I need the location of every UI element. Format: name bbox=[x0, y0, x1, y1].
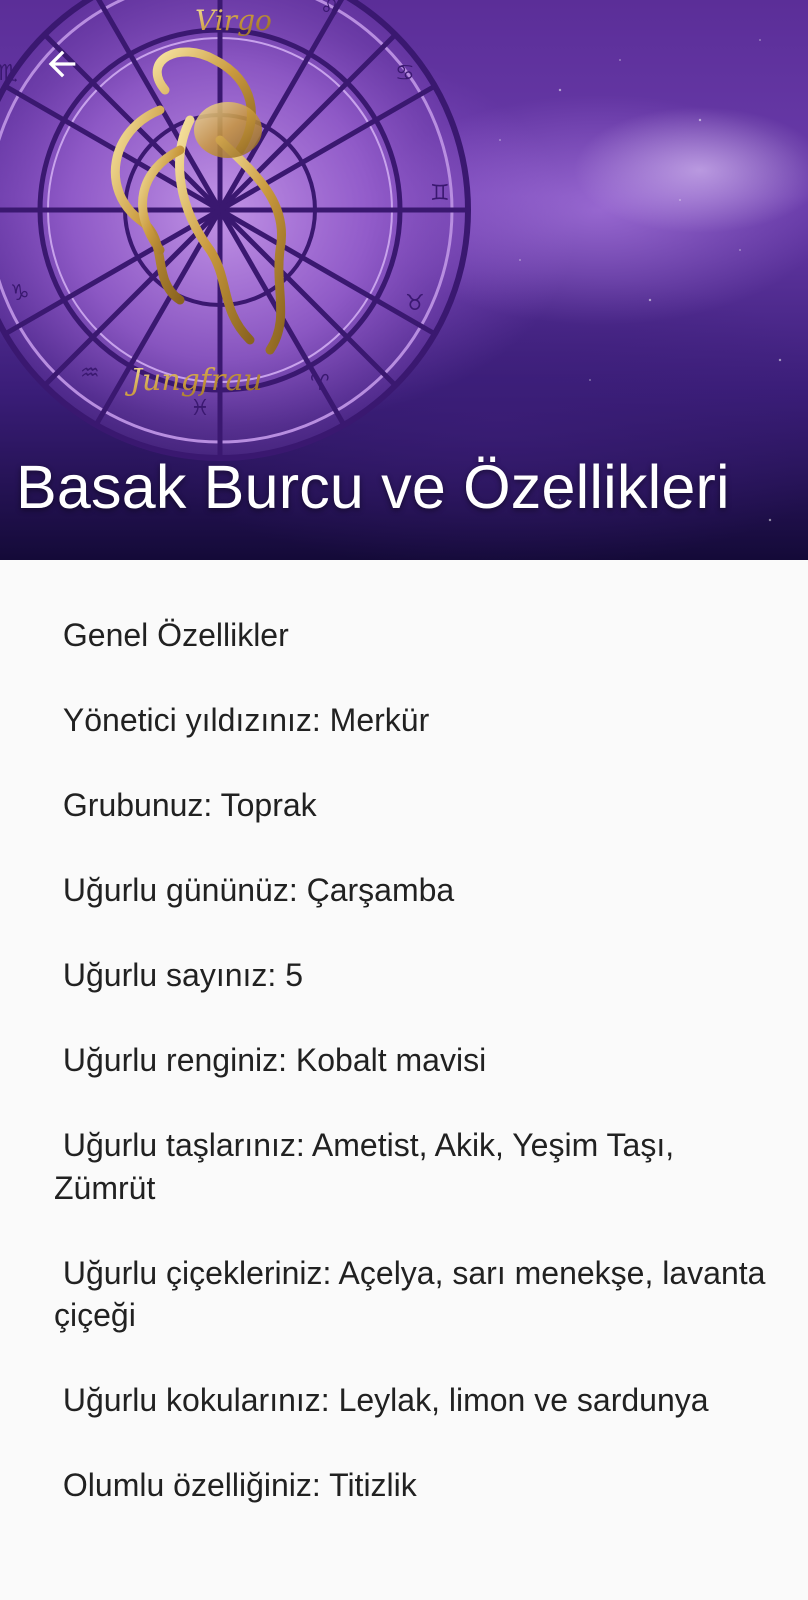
svg-text:♈: ♈ bbox=[310, 371, 330, 396]
jungfrau-label: Jungfrau bbox=[124, 363, 263, 398]
svg-text:♉: ♉ bbox=[405, 291, 425, 316]
svg-text:♌: ♌ bbox=[320, 0, 340, 21]
svg-text:♑: ♑ bbox=[10, 281, 30, 306]
virgo-label: Virgo bbox=[195, 4, 272, 37]
svg-text:♒: ♒ bbox=[80, 361, 100, 386]
back-button[interactable] bbox=[38, 42, 86, 86]
arrow-back-icon bbox=[48, 50, 76, 78]
page-title: Basak Burcu ve Özellikleri bbox=[16, 453, 730, 521]
svg-text:♎: ♎ bbox=[80, 0, 100, 6]
svg-text:♊: ♊ bbox=[430, 181, 450, 206]
svg-text:♋: ♋ bbox=[395, 61, 415, 86]
header-image: ♌ ♋ ♊ ♉ ♈ ♓ ♒ ♑ ♏ ♎ Virgo Jungfrau Basak… bbox=[0, 0, 808, 560]
zodiac-info-text: Genel Özellikler Yönetici yıldızınız: Me… bbox=[54, 617, 766, 1503]
content-area: Genel Özellikler Yönetici yıldızınız: Me… bbox=[0, 560, 808, 1600]
svg-text:♏: ♏ bbox=[0, 61, 18, 86]
svg-text:♓: ♓ bbox=[190, 396, 210, 421]
